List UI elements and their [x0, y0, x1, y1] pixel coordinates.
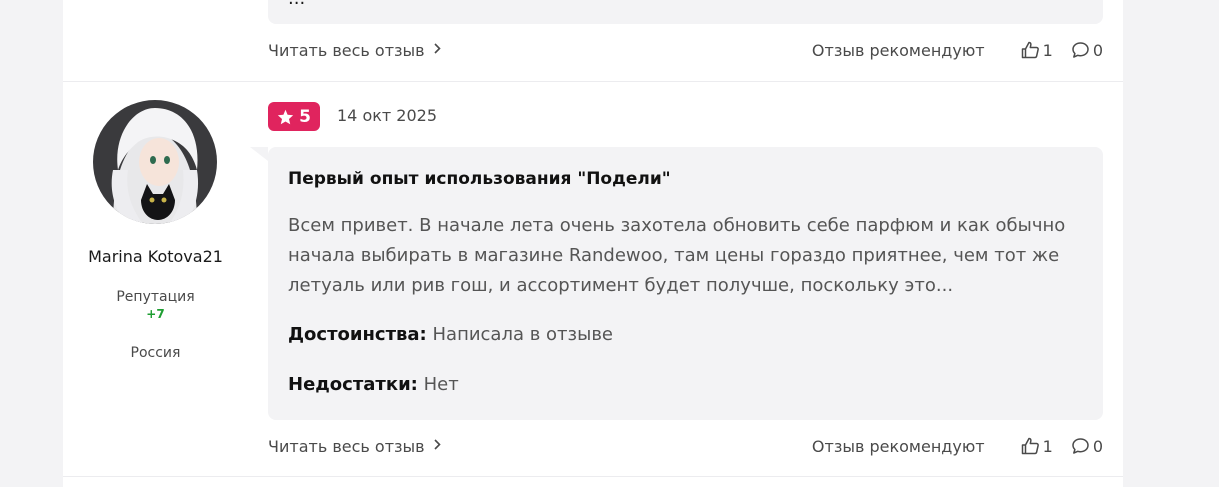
- star-icon: [277, 109, 294, 124]
- reputation-value: +7: [146, 307, 165, 321]
- review-pros: Достоинства: Написала в отзыве: [288, 324, 613, 345]
- comments-count: 0: [1092, 40, 1103, 60]
- reputation-label: Репутация: [116, 289, 195, 305]
- read-full-review-link[interactable]: Читать весь отзыв: [268, 437, 441, 456]
- author-name[interactable]: Marina Kotova21: [63, 247, 248, 266]
- like-button[interactable]: 1: [1021, 437, 1053, 456]
- cons-label: Недостатки:: [288, 374, 418, 395]
- likes-count: 1: [1042, 40, 1053, 60]
- review-stats: Отзыв рекомендуют 1 0: [812, 437, 1103, 456]
- reviews-card: ... Читать весь отзыв Отзыв рекомендуют …: [63, 0, 1123, 487]
- previous-review-footer: Читать весь отзыв Отзыв рекомендуют 1 0: [268, 38, 1103, 62]
- rating-badge: 5: [268, 102, 320, 131]
- comments-button[interactable]: 0: [1071, 437, 1103, 456]
- review-bubble: Первый опыт использования "Подели" Всем …: [250, 147, 1103, 420]
- bubble-tail: [250, 147, 268, 161]
- review-footer: Читать весь отзыв Отзыв рекомендуют 1 0: [268, 434, 1103, 458]
- like-button[interactable]: 1: [1021, 41, 1053, 60]
- review-date: 14 окт 2025: [337, 106, 438, 125]
- avatar[interactable]: [93, 100, 217, 224]
- review-stats: Отзыв рекомендуют 1 0: [812, 41, 1103, 60]
- thumb-up-icon: [1021, 437, 1039, 455]
- chevron-right-icon: [434, 438, 441, 454]
- cons-value: Нет: [423, 374, 459, 395]
- read-full-review-label: Читать весь отзыв: [268, 40, 425, 60]
- thumb-up-icon: [1021, 41, 1039, 59]
- chevron-right-icon: [434, 42, 441, 58]
- read-full-review-label: Читать весь отзыв: [268, 436, 425, 456]
- page: ... Читать весь отзыв Отзыв рекомендуют …: [0, 0, 1219, 487]
- previous-review-text: ...: [288, 0, 305, 9]
- pros-value: Написала в отзыве: [432, 324, 614, 345]
- pros-label: Достоинства:: [288, 324, 427, 345]
- previous-review-bubble: ...: [268, 0, 1103, 24]
- recommend-link[interactable]: Отзыв рекомендуют: [812, 437, 985, 456]
- read-full-review-link[interactable]: Читать весь отзыв: [268, 41, 441, 60]
- comments-count: 0: [1092, 436, 1103, 456]
- rating-value: 5: [299, 106, 311, 127]
- review-cons: Недостатки: Нет: [288, 374, 459, 395]
- review-divider: [63, 81, 1123, 82]
- recommend-link[interactable]: Отзыв рекомендуют: [812, 41, 985, 60]
- review-title[interactable]: Первый опыт использования "Подели": [288, 169, 671, 189]
- review-text: Всем привет. В начале лета очень захотел…: [288, 215, 1066, 296]
- comments-button[interactable]: 0: [1071, 41, 1103, 60]
- review-divider: [63, 476, 1123, 477]
- likes-count: 1: [1042, 436, 1053, 456]
- comment-icon: [1072, 438, 1089, 454]
- comment-icon: [1072, 42, 1089, 58]
- author-country: Россия: [130, 345, 181, 361]
